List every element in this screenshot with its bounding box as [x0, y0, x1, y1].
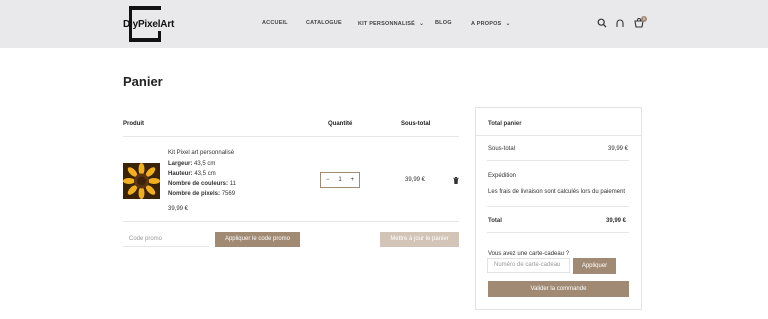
- product-attr-pixels: Nombre de pixels: 7569: [168, 191, 235, 197]
- apply-gift-card-button[interactable]: Appliquer: [573, 258, 616, 274]
- quantity-increase-button[interactable]: +: [350, 177, 354, 183]
- total-label: Total: [488, 218, 502, 224]
- totals-divider: [487, 232, 629, 233]
- nav-label: ACCUEIL: [262, 20, 288, 26]
- product-attr-colors: Nombre de couleurs: 11: [168, 181, 236, 187]
- attr-value: 43,5 cm: [194, 171, 216, 177]
- sunflower-image: [123, 163, 160, 199]
- logo-text: DiyPixelArt: [123, 19, 175, 30]
- shipping-note: Les frais de livraison sont calculés lor…: [488, 189, 626, 195]
- quantity-stepper: − 1 +: [320, 172, 360, 188]
- attr-value: 7569: [221, 191, 236, 197]
- nav-label: A PROPOS: [471, 21, 502, 27]
- site-logo[interactable]: DiyPixelArt: [123, 6, 174, 42]
- product-thumbnail[interactable]: [123, 163, 160, 199]
- totals-divider: [487, 206, 629, 207]
- gift-card-input[interactable]: Numéro de carte-cadeau: [487, 258, 570, 273]
- logo-frame-bottom: [129, 38, 161, 42]
- account-icon[interactable]: [615, 18, 625, 28]
- update-cart-button[interactable]: Mettre à jour le panier: [380, 232, 459, 247]
- attr-label: Nombre de couleurs:: [168, 181, 229, 187]
- trash-icon[interactable]: [453, 177, 459, 184]
- column-header-subtotal: Sous-total: [401, 121, 431, 127]
- product-name[interactable]: Kit Pixel art personnalisé: [168, 150, 234, 156]
- nav-kit-personnalise[interactable]: KIT PERSONNALISÉ ⌄: [358, 20, 424, 27]
- nav-a-propos[interactable]: A PROPOS ⌄: [471, 20, 511, 27]
- quantity-decrease-button[interactable]: −: [326, 177, 330, 183]
- apply-promo-button[interactable]: Appliquer le code promo: [215, 232, 300, 247]
- totals-subtotal-label: Sous-total: [488, 146, 516, 152]
- page-title: Panier: [123, 74, 163, 89]
- shipping-label: Expédition: [488, 173, 517, 179]
- gift-card-question: Vous avez une carte-cadeau ?: [488, 251, 570, 257]
- nav-blog[interactable]: BLOG: [435, 20, 452, 26]
- column-header-quantity: Quantité: [328, 121, 353, 127]
- attr-label: Nombre de pixels:: [168, 191, 221, 197]
- total-value: 39,99 €: [606, 218, 627, 224]
- chevron-down-icon: ⌄: [418, 21, 425, 27]
- attr-label: Largeur:: [168, 161, 193, 167]
- search-icon[interactable]: [597, 18, 607, 28]
- logo-frame-right: [158, 31, 161, 42]
- attr-label: Hauteur:: [168, 171, 193, 177]
- nav-catalogue[interactable]: CATALOGUE: [306, 20, 342, 26]
- product-price: 39,99 €: [168, 206, 189, 212]
- site-header: DiyPixelArt ACCUEIL CATALOGUE KIT PERSON…: [0, 0, 768, 48]
- nav-label: CATALOGUE: [306, 20, 342, 26]
- cart-count-badge: 0: [641, 16, 647, 22]
- cart-totals-panel: [475, 107, 642, 310]
- totals-divider: [487, 160, 629, 161]
- totals-title-divider: [476, 135, 641, 136]
- logo-frame-top: [129, 6, 161, 10]
- promo-code-input[interactable]: Code promo: [123, 232, 209, 247]
- totals-subtotal-value: 39,99 €: [608, 146, 629, 152]
- nav-label: KIT PERSONNALISÉ: [358, 21, 415, 27]
- product-attr-height: Hauteur: 43,5 cm: [168, 171, 216, 177]
- totals-title: Total panier: [488, 121, 522, 127]
- table-header-divider: [123, 136, 459, 137]
- attr-value: 43,5 cm: [194, 161, 216, 167]
- nav-label: BLOG: [435, 20, 452, 26]
- attr-value: 11: [229, 181, 236, 187]
- nav-accueil[interactable]: ACCUEIL: [262, 20, 288, 26]
- table-row-divider: [123, 221, 459, 222]
- chevron-down-icon: ⌄: [505, 21, 511, 27]
- checkout-button[interactable]: Valider la commande: [488, 281, 629, 297]
- column-header-product: Produit: [123, 121, 144, 127]
- product-attr-width: Largeur: 43,5 cm: [168, 161, 215, 167]
- quantity-value[interactable]: 1: [338, 177, 341, 183]
- item-subtotal: 39,99 €: [405, 177, 426, 183]
